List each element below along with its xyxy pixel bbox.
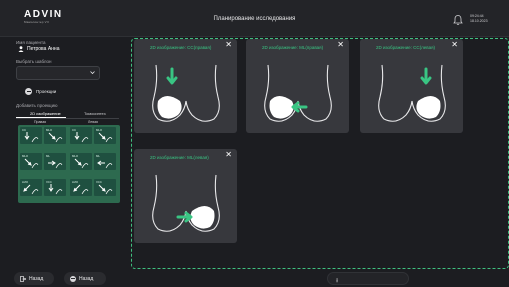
column-right-label: Правая — [34, 120, 47, 124]
download-button[interactable]: ⭳ — [327, 272, 409, 285]
breast-illustration — [378, 64, 446, 122]
projection-card[interactable]: 2D изображение: ML(левая) ✕ — [134, 149, 237, 243]
projection-card[interactable]: 2D изображение: CC(правая) ✕ — [134, 39, 237, 133]
page-title: Планирование исследования — [213, 16, 296, 22]
card-title: 2D изображение: CC(правая) — [150, 45, 212, 50]
clock-date: 18.10.2023 — [470, 19, 488, 23]
patient-label: Имя пациента — [16, 40, 46, 45]
projection-thumb[interactable]: CC — [20, 127, 42, 144]
arrow-down-icon — [24, 132, 39, 143]
projections-button[interactable]: Проекции — [25, 88, 56, 95]
minus-circle-icon — [25, 88, 32, 95]
arrow-diagonal-icon — [98, 184, 113, 195]
tab-tomosynthesis[interactable]: Томосинтез — [84, 111, 106, 116]
close-icon[interactable]: ✕ — [451, 41, 458, 49]
card-title: 2D изображение: CC(левая) — [376, 45, 436, 50]
arrow-diagonal-icon — [98, 132, 113, 143]
arrow-diagonal-icon — [73, 184, 89, 195]
arrow-diagonal-icon — [74, 158, 89, 169]
close-icon[interactable]: ✕ — [225, 151, 232, 159]
projection-thumb[interactable]: ML — [94, 153, 116, 170]
breast-illustration — [152, 64, 220, 122]
breast-illustration — [264, 64, 332, 122]
user-icon — [18, 46, 24, 52]
close-icon[interactable]: ✕ — [225, 41, 232, 49]
chevron-down-icon — [90, 71, 95, 75]
close-icon[interactable]: ✕ — [337, 41, 344, 49]
card-title: 2D изображение: ML(правая) — [262, 45, 324, 50]
arrow-diagonal-icon — [23, 184, 39, 195]
projection-thumb[interactable]: CC — [70, 127, 92, 144]
arrow-diagonal-icon — [24, 158, 39, 169]
card-title: 2D изображение: ML(левая) — [150, 155, 209, 160]
header-bar: ADVIN Мамолонтер VII Планирование исслед… — [0, 0, 509, 37]
projections-label: Проекции — [36, 89, 57, 94]
back-button[interactable]: Назад — [14, 272, 54, 285]
exit-icon — [20, 275, 26, 282]
download-icon: ⭳ — [336, 278, 339, 284]
patient-name-row: Петрова Анна — [18, 46, 59, 52]
arrow-down-icon — [74, 132, 89, 143]
projection-thumb[interactable]: XCC — [94, 179, 116, 196]
tab-2d[interactable]: 2D изображение — [30, 111, 61, 116]
tab-active-indicator — [16, 117, 66, 118]
bell-icon[interactable] — [452, 14, 464, 26]
projection-card[interactable]: 2D изображение: CC(левая) ✕ — [360, 39, 463, 133]
minus-circle-icon — [70, 275, 76, 282]
back-button-secondary[interactable]: Назад — [64, 272, 106, 285]
column-left-label: Левая — [88, 120, 98, 124]
projection-card[interactable]: 2D изображение: ML(правая) ✕ — [246, 39, 349, 133]
clock: 09:24:44 18.10.2023 — [470, 14, 488, 24]
projection-thumb[interactable]: LMO — [20, 179, 42, 196]
projection-workspace: 2D изображение: CC(правая) ✕ 2D изображе… — [131, 38, 509, 269]
projection-thumb[interactable]: MLO — [44, 127, 66, 144]
back-button-label: Назад — [79, 275, 94, 282]
projection-thumb[interactable]: MLO — [94, 127, 116, 144]
breast-illustration — [152, 174, 220, 232]
projection-thumb[interactable]: XCC — [44, 179, 66, 196]
arrow-diagonal-icon — [48, 132, 63, 143]
back-button-label: Назад — [29, 275, 44, 282]
add-projection-label: Добавить проекцию — [16, 103, 58, 108]
projection-thumb[interactable]: MLO — [20, 153, 42, 170]
arrow-left-icon — [97, 160, 113, 169]
projection-grid: CC MLO CC MLO MLO ML MLO ML LMO XCC LMO … — [18, 125, 120, 203]
projection-thumb[interactable]: MLO — [70, 153, 92, 170]
projection-thumb[interactable]: ML — [44, 153, 66, 170]
arrow-down-icon — [48, 184, 63, 195]
template-label: Выбрать шаблон — [16, 59, 52, 64]
template-select[interactable] — [16, 66, 100, 80]
arrow-right-icon — [48, 160, 63, 169]
patient-name: Петрова Анна — [27, 46, 60, 52]
projection-thumb[interactable]: LMO — [70, 179, 92, 196]
app-window: ADVIN Мамолонтер VII Планирование исслед… — [0, 0, 509, 287]
